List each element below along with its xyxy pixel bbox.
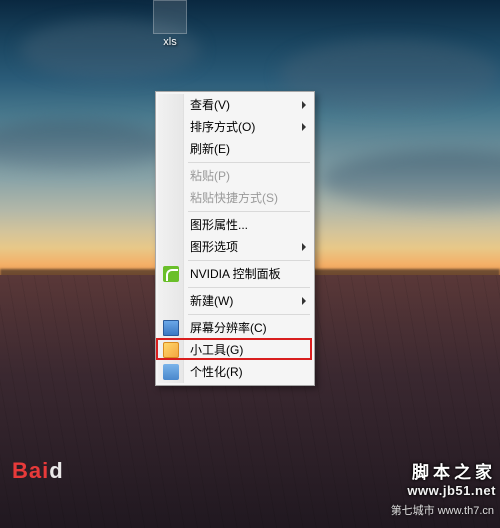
- menu-separator: [188, 314, 310, 315]
- submenu-arrow-icon: [302, 243, 306, 251]
- baidu-watermark: Baid: [12, 458, 64, 484]
- menu-item[interactable]: 小工具(G): [158, 339, 312, 361]
- menu-item-label: 查看(V): [190, 98, 230, 112]
- submenu-arrow-icon: [302, 297, 306, 305]
- desktop-wallpaper[interactable]: xls 查看(V) 排序方式(O) 刷新(E) 粘贴(P) 粘贴快捷方式(S) 图形属性.…: [0, 0, 500, 528]
- jb51-watermark: 脚本之家 www.jb51.net: [407, 458, 496, 498]
- menu-item-label: 粘贴(P): [190, 169, 230, 183]
- menu-item[interactable]: 查看(V): [158, 94, 312, 116]
- baidu-watermark-left: Bai: [12, 458, 49, 483]
- th7-watermark: 第七城市 www.th7.cn: [391, 502, 494, 518]
- decorative-cloud: [0, 120, 170, 170]
- jb51-watermark-title: 脚本之家: [407, 458, 496, 483]
- menu-item-label: 图形选项: [190, 240, 238, 254]
- personal-icon: [163, 364, 179, 380]
- jb51-watermark-url: www.jb51.net: [407, 483, 496, 498]
- menu-item-label: 新建(W): [190, 294, 233, 308]
- menu-separator: [188, 287, 310, 288]
- desktop-context-menu: 查看(V) 排序方式(O) 刷新(E) 粘贴(P) 粘贴快捷方式(S) 图形属性... 图形…: [155, 91, 315, 386]
- menu-item-label: 个性化(R): [190, 365, 243, 379]
- menu-item-label: 排序方式(O): [190, 120, 255, 134]
- submenu-arrow-icon: [302, 101, 306, 109]
- menu-item[interactable]: NVIDIA 控制面板: [158, 263, 312, 285]
- submenu-arrow-icon: [302, 123, 306, 131]
- menu-item[interactable]: 刷新(E): [158, 138, 312, 160]
- menu-item[interactable]: 新建(W): [158, 290, 312, 312]
- menu-separator: [188, 260, 310, 261]
- file-icon: [153, 0, 187, 34]
- menu-item[interactable]: 图形选项: [158, 236, 312, 258]
- screen-icon: [163, 320, 179, 336]
- nvidia-icon: [163, 266, 179, 282]
- desktop-file-icon[interactable]: xls: [140, 0, 200, 48]
- menu-item-label: 粘贴快捷方式(S): [190, 191, 278, 205]
- decorative-cloud: [320, 150, 500, 210]
- menu-item-label: 屏幕分辨率(C): [190, 321, 267, 335]
- menu-separator: [188, 162, 310, 163]
- menu-item-label: 刷新(E): [190, 142, 230, 156]
- menu-item: 粘贴(P): [158, 165, 312, 187]
- baidu-watermark-right: d: [49, 458, 63, 483]
- menu-item-label: 图形属性...: [190, 218, 248, 232]
- menu-item-label: 小工具(G): [190, 343, 243, 357]
- menu-item[interactable]: 排序方式(O): [158, 116, 312, 138]
- menu-item: 粘贴快捷方式(S): [158, 187, 312, 209]
- menu-item[interactable]: 个性化(R): [158, 361, 312, 383]
- menu-item[interactable]: 屏幕分辨率(C): [158, 317, 312, 339]
- menu-item-label: NVIDIA 控制面板: [190, 267, 281, 281]
- menu-item[interactable]: 图形属性...: [158, 214, 312, 236]
- menu-separator: [188, 211, 310, 212]
- gadget-icon: [163, 342, 179, 358]
- file-icon-label: xls: [140, 36, 200, 48]
